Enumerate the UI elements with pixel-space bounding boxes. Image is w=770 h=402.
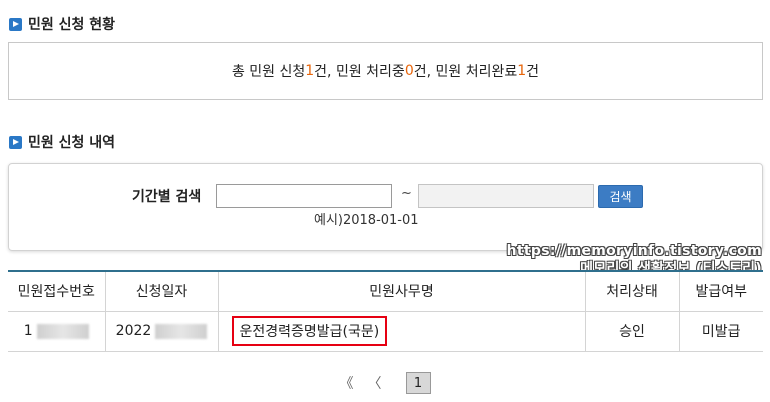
header-service-name: 민원사무명: [217, 270, 586, 312]
summary-prefix: 총 민원 신청: [231, 64, 306, 80]
status-section-title: 민원 신청 현황: [9, 14, 115, 34]
header-status: 처리상태: [584, 270, 680, 312]
period-search-panel: 기간별 검색 ~ 검색 예시)2018-01-01: [8, 163, 763, 251]
page-1-button[interactable]: 1: [405, 372, 431, 394]
header-application-date: 신청일자: [104, 270, 219, 312]
table-row: 1 2022 운전경력증명발급(국문) 승인 미발급: [8, 310, 763, 352]
summary-done-suffix: 건: [526, 64, 540, 80]
watermark-url: https://memoryinfo.tistory.com: [506, 243, 762, 259]
history-section-title-text: 민원 신청 내역: [28, 135, 116, 151]
service-name-link[interactable]: 운전경력증명발급(국문): [231, 316, 388, 346]
service-name-cell: 운전경력증명발급(국문): [217, 310, 586, 352]
status-cell: 승인: [584, 310, 680, 352]
application-summary: 총 민원 신청 1 건, 민원 처리중 0 건, 민원 처리완료 1건: [8, 42, 763, 100]
play-bullet-icon: [9, 17, 22, 31]
summary-done-count: 1: [517, 63, 527, 79]
summary-total-suffix: 건, 민원 처리중: [314, 64, 405, 80]
summary-processing-count: 0: [404, 63, 414, 79]
issued-cell: 미발급: [678, 310, 763, 352]
summary-total-count: 1: [305, 63, 315, 79]
date-to-input[interactable]: [418, 184, 594, 208]
period-search-label: 기간별 검색: [132, 189, 202, 205]
receipt-no-text: 1: [23, 323, 33, 339]
header-issued: 발급여부: [678, 270, 763, 312]
header-receipt-no: 민원접수번호: [8, 270, 106, 312]
first-page-icon[interactable]: 《: [340, 373, 354, 393]
application-date-text: 2022: [115, 323, 152, 339]
blurred-redaction: [36, 323, 89, 339]
prev-page-icon[interactable]: 〈: [368, 373, 382, 393]
blurred-redaction: [155, 323, 208, 339]
history-section-title: 민원 신청 내역: [9, 132, 115, 152]
range-separator: ~: [401, 186, 412, 201]
pagination: 《 〈 1: [0, 372, 770, 394]
application-date-cell: 2022: [104, 310, 219, 352]
search-button[interactable]: 검색: [598, 185, 643, 208]
date-from-input[interactable]: [216, 184, 392, 208]
table-header-row: 민원접수번호 신청일자 민원사무명 처리상태 발급여부: [8, 270, 763, 312]
play-bullet-icon: [9, 135, 22, 149]
summary-processing-suffix: 건, 민원 처리완료: [413, 64, 518, 80]
application-table: 민원접수번호 신청일자 민원사무명 처리상태 발급여부 1 2022 운전경력증…: [8, 270, 763, 352]
date-format-hint: 예시)2018-01-01: [314, 213, 419, 228]
status-section-title-text: 민원 신청 현황: [28, 17, 116, 33]
receipt-no-cell: 1: [8, 310, 106, 352]
